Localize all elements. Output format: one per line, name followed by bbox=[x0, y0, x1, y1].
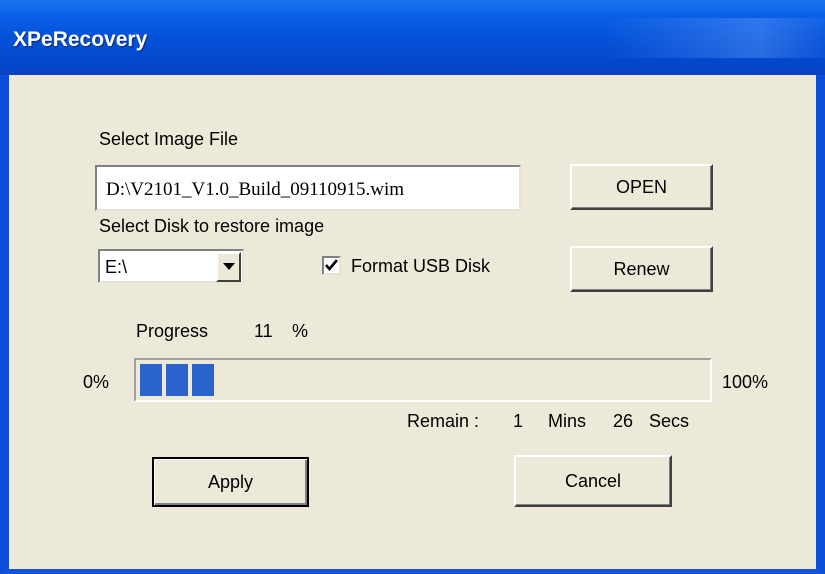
checkmark-icon bbox=[325, 259, 338, 272]
progress-max-label: 100% bbox=[722, 372, 769, 392]
progress-chunk bbox=[140, 364, 162, 396]
progress-chunk bbox=[166, 364, 188, 396]
remain-mins-value: 1 bbox=[513, 411, 524, 431]
dialog-body: Select Image File D:\V2101_V1.0_Build_09… bbox=[9, 75, 816, 569]
window-title: XPeRecovery bbox=[13, 28, 148, 51]
select-image-file-label: Select Image File bbox=[99, 129, 239, 149]
remain-secs-unit: Secs bbox=[649, 411, 690, 431]
format-usb-checkbox[interactable] bbox=[322, 256, 341, 275]
disk-select-value: E:\ bbox=[105, 257, 128, 277]
chevron-down-icon bbox=[222, 263, 235, 270]
select-disk-label: Select Disk to restore image bbox=[99, 216, 325, 236]
cancel-button[interactable]: Cancel bbox=[514, 455, 672, 507]
progress-bar bbox=[134, 358, 712, 402]
progress-label: Progress bbox=[136, 321, 209, 341]
remain-mins-unit: Mins bbox=[548, 411, 587, 431]
title-bar[interactable]: XPeRecovery bbox=[0, 0, 825, 75]
progress-chunk bbox=[192, 364, 214, 396]
apply-button[interactable]: Apply bbox=[152, 457, 309, 507]
progress-fill bbox=[140, 364, 214, 396]
dropdown-button[interactable] bbox=[216, 252, 241, 282]
open-button[interactable]: OPEN bbox=[570, 164, 713, 210]
progress-percent-sign: % bbox=[292, 321, 309, 341]
progress-value: 11 bbox=[254, 321, 273, 341]
image-file-path-text: D:\V2101_V1.0_Build_09110915.wim bbox=[106, 179, 405, 200]
xperecovery-window: XPeRecovery Select Image File D:\V2101_V… bbox=[0, 0, 825, 574]
disk-select[interactable]: E:\ bbox=[98, 249, 244, 283]
image-file-path-field[interactable]: D:\V2101_V1.0_Build_09110915.wim bbox=[95, 165, 521, 211]
renew-button[interactable]: Renew bbox=[570, 246, 713, 292]
title-bar-glow bbox=[605, 18, 825, 58]
remain-label: Remain : bbox=[407, 411, 480, 431]
remain-secs-value: 26 bbox=[613, 411, 634, 431]
format-usb-label: Format USB Disk bbox=[351, 256, 491, 276]
progress-min-label: 0% bbox=[83, 372, 110, 392]
